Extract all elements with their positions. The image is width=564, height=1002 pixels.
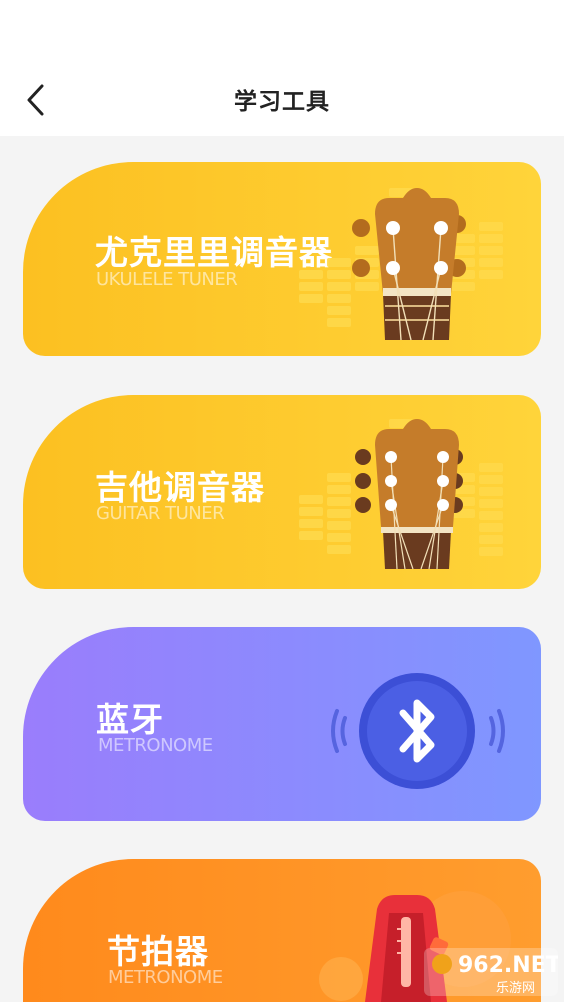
bluetooth-card[interactable]: 蓝牙 METRONOME [23,627,541,821]
page-title: 学习工具 [234,89,330,115]
card-title: 蓝牙 [96,700,164,739]
watermark-logo: 962.NET 乐游网 [424,948,558,996]
guitar-headstock-icon [299,419,503,570]
watermark-sub: 乐游网 [496,981,535,996]
card-subtitle: UKULELE TUNER [96,269,238,290]
card-subtitle: METRONOME [98,735,213,756]
card-title: 节拍器 [107,932,209,971]
bluetooth-icon [331,673,505,789]
watermark-brand: 962.NET [458,953,558,978]
header-bar: 学习工具 [0,0,564,136]
card-subtitle: METRONOME [108,967,223,988]
guitar-tuner-card[interactable]: 吉他调音器 GUITAR TUNER [23,395,541,589]
ukulele-headstock-icon [299,188,503,341]
card-title: 吉他调音器 [95,468,265,507]
card-subtitle: GUITAR TUNER [96,503,225,524]
ukulele-tuner-card[interactable]: 尤克里里调音器 UKULELE TUNER [23,162,541,356]
